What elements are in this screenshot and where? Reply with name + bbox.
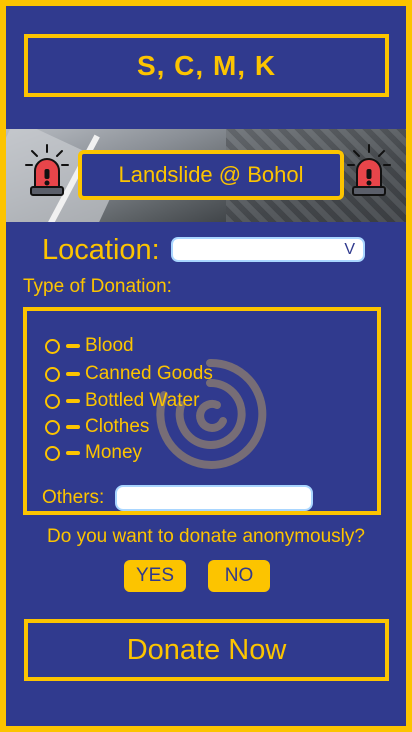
option-label: Canned Goods — [85, 363, 213, 384]
option-canned-goods[interactable]: Canned Goods — [45, 363, 213, 384]
donation-type-label: Type of Donation: — [23, 276, 172, 297]
anonymous-question: Do you want to donate anonymously? — [47, 526, 365, 547]
yes-button[interactable]: YES — [124, 560, 186, 592]
option-label: Clothes — [85, 416, 150, 437]
event-banner: Landslide @ Bohol — [6, 129, 406, 222]
siren-icon — [25, 144, 69, 196]
radio-button[interactable] — [45, 445, 60, 461]
option-label: Bottled Water — [85, 390, 200, 411]
others-input[interactable] — [115, 485, 313, 511]
dash-icon — [66, 425, 80, 429]
option-clothes[interactable]: Clothes — [45, 416, 150, 437]
option-label: Blood — [85, 335, 134, 356]
location-dropdown[interactable]: V — [171, 237, 365, 262]
app-title: S, C, M, K — [24, 34, 389, 97]
option-bottled-water[interactable]: Bottled Water — [45, 390, 200, 411]
option-money[interactable]: Money — [45, 442, 143, 463]
dash-icon — [66, 399, 80, 403]
dash-icon — [66, 372, 80, 376]
radio-button[interactable] — [45, 338, 60, 354]
radio-button[interactable] — [45, 393, 60, 409]
donate-now-button[interactable]: Donate Now — [24, 619, 389, 681]
others-label: Others: — [42, 487, 105, 508]
dash-icon — [66, 451, 80, 455]
radio-button[interactable] — [45, 366, 60, 382]
location-label: Location: — [42, 234, 160, 266]
event-title: Landslide @ Bohol — [78, 150, 344, 200]
siren-icon — [347, 144, 391, 196]
option-blood[interactable]: Blood — [45, 335, 134, 356]
option-label: Money — [85, 442, 143, 463]
chevron-down-icon[interactable]: V — [344, 241, 355, 259]
radio-button[interactable] — [45, 419, 60, 435]
app-frame: S, C, M, K Landslide @ Bohol Location: V… — [6, 6, 406, 726]
dash-icon — [66, 344, 80, 348]
donation-options-panel: Blood Canned Goods Bottled Water Clothes… — [23, 307, 381, 515]
no-button[interactable]: NO — [208, 560, 270, 592]
